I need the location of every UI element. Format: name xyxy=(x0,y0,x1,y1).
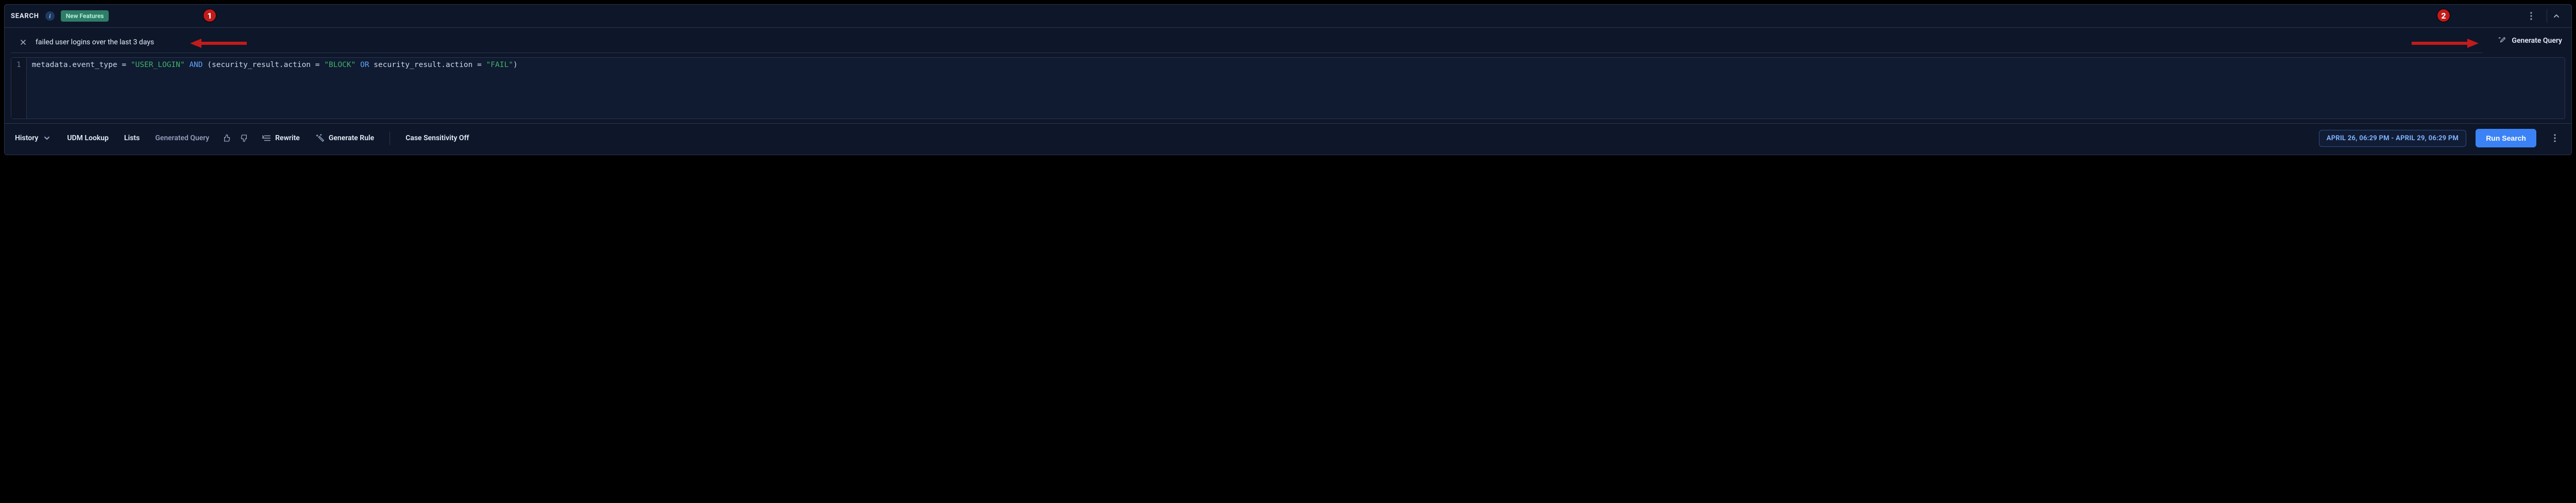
page-title: SEARCH xyxy=(11,12,39,20)
rewrite-icon xyxy=(262,133,271,143)
tok: = xyxy=(311,61,324,69)
generated-query-label: Generated Query xyxy=(152,131,212,145)
search-panel: SEARCH i New Features failed user logins… xyxy=(4,4,2572,155)
search-header: SEARCH i New Features xyxy=(5,5,2571,28)
magic-wand-icon xyxy=(315,133,325,143)
tok: "FAIL" xyxy=(486,61,513,69)
line-number: 1 xyxy=(16,61,21,69)
rewrite-label: Rewrite xyxy=(275,134,300,142)
tok: = xyxy=(472,61,486,69)
thumbs-up-icon[interactable] xyxy=(222,133,231,143)
tok xyxy=(355,61,360,69)
case-label: Case Sensitivity Off xyxy=(405,134,469,142)
header-right xyxy=(2522,9,2565,23)
divider xyxy=(389,131,390,145)
tok: AND xyxy=(189,61,202,69)
time-range-picker[interactable]: APRIL 26, 06:29 PM - APRIL 29, 06:29 PM xyxy=(2319,130,2466,147)
run-label: Run Search xyxy=(2486,134,2526,142)
clear-nl-query-button[interactable] xyxy=(18,39,28,45)
history-label: History xyxy=(15,134,38,142)
history-button[interactable]: History xyxy=(12,130,55,146)
header-left: SEARCH i New Features xyxy=(11,10,109,22)
lists-button[interactable]: Lists xyxy=(121,131,143,145)
tok xyxy=(369,61,374,69)
time-range-label: APRIL 26, 06:29 PM - APRIL 29, 06:29 PM xyxy=(2327,135,2459,142)
tok: OR xyxy=(360,61,369,69)
tok: "BLOCK" xyxy=(324,61,355,69)
nl-query-input[interactable]: failed user logins over the last 3 days xyxy=(36,35,2476,49)
generate-query-button[interactable]: Generate Query xyxy=(2489,31,2571,51)
nl-query-input-wrap: failed user logins over the last 3 days xyxy=(11,32,2483,53)
generate-rule-label: Generate Rule xyxy=(329,134,374,142)
chevron-down-icon xyxy=(42,133,52,143)
tok: "USER_LOGIN" xyxy=(131,61,185,69)
info-icon[interactable]: i xyxy=(45,11,55,21)
nl-query-row: failed user logins over the last 3 days … xyxy=(5,28,2571,53)
tok xyxy=(185,61,190,69)
tok: security_result.action xyxy=(374,61,472,69)
udm-label: UDM Lookup xyxy=(67,134,109,142)
sparkle-pencil-icon xyxy=(2498,36,2507,45)
udm-lookup-button[interactable]: UDM Lookup xyxy=(64,131,112,145)
tok xyxy=(203,61,208,69)
editor-code[interactable]: metadata.event_type = "USER_LOGIN" AND (… xyxy=(27,58,523,119)
collapse-panel-button[interactable] xyxy=(2547,9,2565,23)
query-editor[interactable]: 1 metadata.event_type = "USER_LOGIN" AND… xyxy=(11,57,2565,119)
generate-rule-button[interactable]: Generate Rule xyxy=(312,130,377,146)
tok: ) xyxy=(513,61,518,69)
tok: ( xyxy=(207,61,212,69)
new-features-badge[interactable]: New Features xyxy=(61,10,109,22)
thumbs-down-icon[interactable] xyxy=(240,133,249,143)
gen-label: Generated Query xyxy=(155,134,209,142)
editor-gutter: 1 xyxy=(11,58,27,119)
lists-label: Lists xyxy=(124,134,140,142)
tok: metadata.event_type xyxy=(32,61,117,69)
case-sensitivity-toggle[interactable]: Case Sensitivity Off xyxy=(402,131,472,145)
more-options-icon[interactable] xyxy=(2522,9,2540,23)
more-actions-icon[interactable] xyxy=(2546,131,2564,145)
tok: = xyxy=(117,61,131,69)
footer-bar: History UDM Lookup Lists Generated Query… xyxy=(5,123,2571,155)
tok: security_result.action xyxy=(212,61,311,69)
run-search-button[interactable]: Run Search xyxy=(2476,129,2536,147)
rewrite-button[interactable]: Rewrite xyxy=(259,130,303,146)
generate-query-label: Generate Query xyxy=(2512,37,2562,45)
